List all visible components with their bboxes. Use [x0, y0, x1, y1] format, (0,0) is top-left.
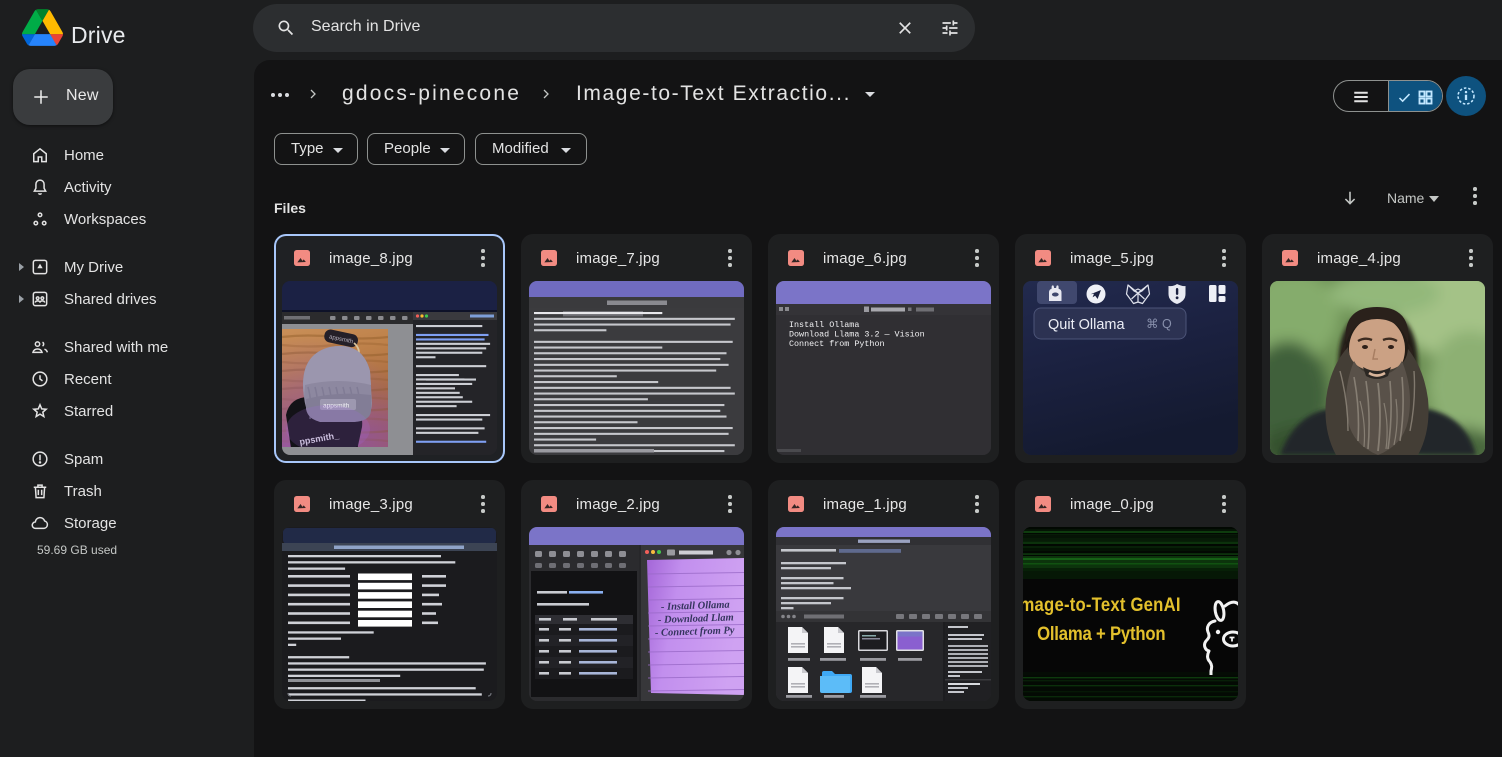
svg-text:Quit Ollama: Quit Ollama [1048, 317, 1125, 333]
svg-text:Connect from Python: Connect from Python [789, 339, 885, 349]
svg-text:Install Ollama: Install Ollama [789, 320, 859, 330]
svg-text:mage-to-Text GenAI: mage-to-Text GenAI [1023, 594, 1181, 615]
svg-text:Ollama + Python: Ollama + Python [1037, 623, 1165, 644]
svg-text:⌘ Q: ⌘ Q [1146, 317, 1172, 331]
svg-text:Download Llama 3.2 — Vision: Download Llama 3.2 — Vision [789, 330, 925, 340]
